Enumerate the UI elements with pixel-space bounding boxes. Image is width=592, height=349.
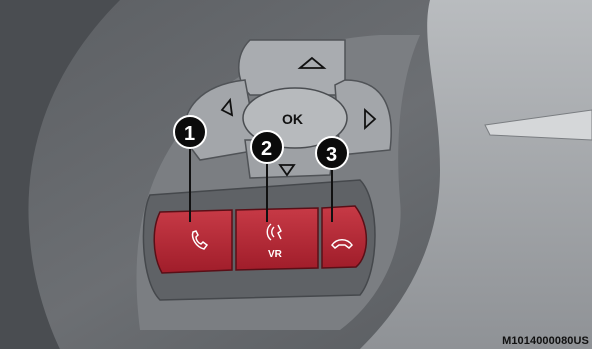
phone-button[interactable]: [153, 209, 233, 274]
callout-2: 2: [250, 130, 284, 164]
figure-code: M1014000080US: [502, 335, 589, 347]
steering-wheel-controls-illustration: OK VR 1 2 3 M1014000080US: [0, 0, 592, 349]
callout-2-number: 2: [261, 138, 272, 160]
callout-1: 1: [173, 115, 207, 149]
voice-recognition-button[interactable]: [235, 207, 319, 271]
callout-3-number: 3: [326, 144, 337, 166]
hang-up-button[interactable]: [321, 205, 368, 269]
ok-button-label: OK: [282, 111, 303, 127]
callout-1-number: 1: [184, 123, 195, 145]
vr-label: VR: [268, 249, 283, 260]
dpad-up-button[interactable]: [238, 39, 346, 96]
callout-3: 3: [315, 136, 349, 170]
